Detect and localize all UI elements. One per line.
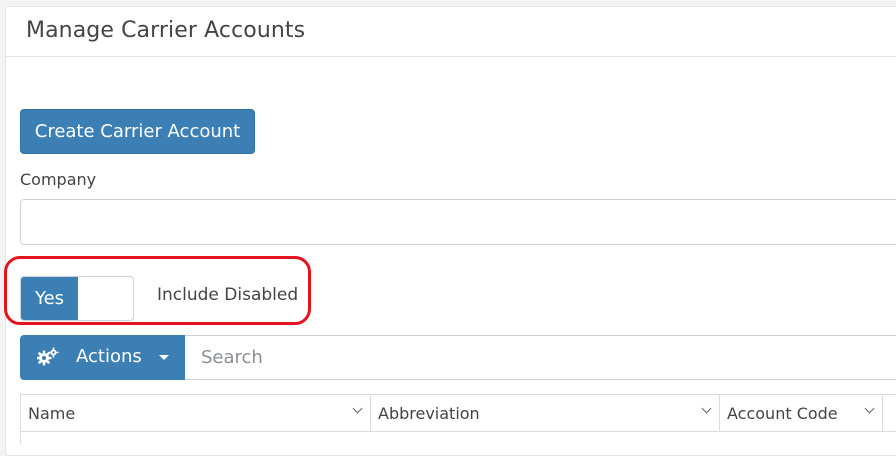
column-header-label: Abbreviation — [378, 404, 480, 423]
include-disabled-label: Include Disabled — [157, 285, 299, 305]
search-input[interactable]: Search — [185, 335, 896, 380]
column-header-account-code[interactable]: Account Code — [720, 395, 883, 431]
actions-label: Actions — [76, 346, 142, 367]
gears-icon — [37, 347, 59, 366]
panel-header: Manage Carrier Accounts — [6, 7, 896, 57]
chevron-down-icon — [864, 403, 875, 414]
column-header-abbreviation[interactable]: Abbreviation — [371, 395, 720, 431]
search-placeholder: Search — [201, 347, 263, 368]
chevron-down-icon — [701, 403, 712, 414]
table-body — [20, 431, 896, 444]
column-header-label: Name — [28, 404, 76, 423]
table-header-row: Name Abbreviation Account Code — [20, 394, 896, 432]
include-disabled-toggle[interactable]: Yes — [20, 276, 134, 321]
page-title: Manage Carrier Accounts — [26, 18, 306, 43]
company-input[interactable] — [20, 199, 896, 245]
actions-button[interactable]: Actions — [20, 335, 185, 380]
toggle-on-state: Yes — [21, 277, 78, 320]
chevron-down-icon — [352, 403, 363, 414]
caret-down-icon — [159, 355, 169, 360]
company-label: Company — [20, 170, 97, 189]
column-header-label: Account Code — [727, 404, 838, 423]
column-header-name[interactable]: Name — [21, 395, 371, 431]
create-carrier-account-button[interactable]: Create Carrier Account — [20, 109, 255, 154]
